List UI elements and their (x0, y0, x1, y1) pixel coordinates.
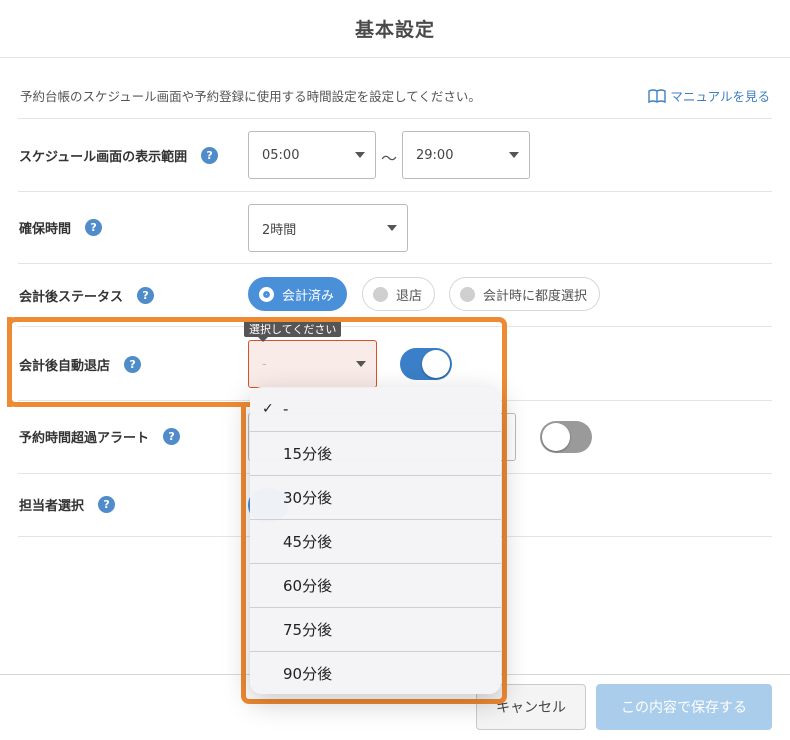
radio-selected-icon (259, 286, 274, 302)
dropdown-option-label: 15分後 (283, 445, 333, 463)
hold-time-label: 確保時間 (19, 222, 72, 237)
radio-unselected-icon (373, 286, 388, 302)
post-payment-status-label: 会計後ステータス (19, 290, 124, 305)
checkmark-icon: ✓ (262, 401, 274, 417)
schedule-start-select[interactable]: 05:00 (248, 131, 376, 179)
schedule-end-select[interactable]: 29:00 (402, 131, 530, 179)
auto-leave-label: 会計後自動退店 (19, 359, 111, 374)
dropdown-option-label: - (283, 400, 289, 418)
hold-time-row: 確保時間 ? (19, 218, 103, 237)
caret-down-icon (356, 361, 366, 367)
modal-header: 基本設定 (0, 0, 790, 58)
status-option-leave[interactable]: 退店 (362, 277, 436, 311)
book-icon (648, 88, 667, 103)
toggle-knob (422, 350, 450, 378)
manual-link[interactable]: マニュアルを見る (648, 86, 770, 105)
staff-select-label: 担当者選択 (19, 499, 85, 514)
dropdown-option-label: 45分後 (283, 533, 333, 551)
auto-leave-value: - (262, 356, 267, 372)
dropdown-option-label: 75分後 (283, 621, 333, 639)
help-icon[interactable]: ? (98, 496, 116, 513)
hold-time-select[interactable]: 2時間 (248, 204, 408, 252)
dropdown-option[interactable]: 45分後 (250, 519, 501, 563)
help-icon[interactable]: ? (163, 428, 181, 445)
auto-leave-toggle[interactable] (400, 348, 452, 380)
schedule-range-label: スケジュール画面の表示範囲 (19, 150, 188, 165)
help-icon[interactable]: ? (124, 356, 142, 373)
toggle-knob (542, 423, 570, 451)
status-option-paid[interactable]: 会計済み (248, 277, 348, 311)
dropdown-option[interactable]: ✓ - (250, 387, 501, 431)
dropdown-option[interactable]: 75分後 (250, 607, 501, 651)
caret-down-icon (355, 152, 365, 158)
divider (18, 263, 772, 264)
divider (18, 118, 772, 119)
manual-link-label[interactable]: マニュアルを見る (670, 86, 770, 105)
caret-down-icon (387, 225, 397, 231)
dropdown-option-label: 90分後 (283, 665, 333, 683)
schedule-end-value: 29:00 (416, 147, 454, 163)
schedule-start-value: 05:00 (262, 147, 300, 163)
status-option-label: 会計時に都度選択 (483, 288, 588, 304)
divider (18, 326, 772, 327)
help-icon[interactable]: ? (137, 287, 155, 304)
help-icon[interactable]: ? (201, 147, 219, 164)
hold-time-value: 2時間 (262, 222, 297, 238)
status-option-label: 会計済み (282, 288, 335, 304)
schedule-range-row: スケジュール画面の表示範囲 ? (19, 146, 219, 165)
divider (18, 191, 772, 192)
auto-leave-row: 会計後自動退店 ? (19, 355, 142, 374)
overtime-alert-row: 予約時間超過アラート ? (19, 427, 181, 446)
dropdown-option-label: 30分後 (283, 489, 333, 507)
post-payment-status-row: 会計後ステータス ? (19, 286, 155, 305)
dropdown-option[interactable]: 30分後 (250, 475, 501, 519)
dropdown-option[interactable]: 15分後 (250, 431, 501, 475)
overtime-alert-toggle[interactable] (540, 421, 592, 453)
overtime-alert-label: 予約時間超過アラート (19, 431, 150, 446)
validation-tooltip: 選択してください (244, 320, 342, 337)
auto-leave-select[interactable]: - (248, 340, 377, 388)
range-separator: 〜 (381, 149, 398, 168)
status-option-ask-each-time[interactable]: 会計時に都度選択 (449, 277, 601, 311)
radio-unselected-icon (460, 286, 475, 302)
dropdown-option-label: 60分後 (283, 577, 333, 595)
save-button[interactable]: この内容で保存する (596, 684, 772, 730)
description-text: 予約台帳のスケジュール画面や予約登録に使用する時間設定を設定してください。 (20, 89, 481, 104)
status-option-label: 退店 (396, 288, 423, 304)
help-icon[interactable]: ? (85, 219, 103, 236)
tooltip-arrow (258, 337, 268, 342)
caret-down-icon (509, 152, 519, 158)
staff-select-row: 担当者選択 ? (19, 495, 116, 514)
dropdown-option[interactable]: 60分後 (250, 563, 501, 607)
auto-leave-dropdown[interactable]: ✓ - 15分後 30分後 45分後 60分後 75分後 90分後 (250, 387, 501, 694)
page-title: 基本設定 (354, 19, 435, 41)
dropdown-option[interactable]: 90分後 (250, 651, 501, 694)
